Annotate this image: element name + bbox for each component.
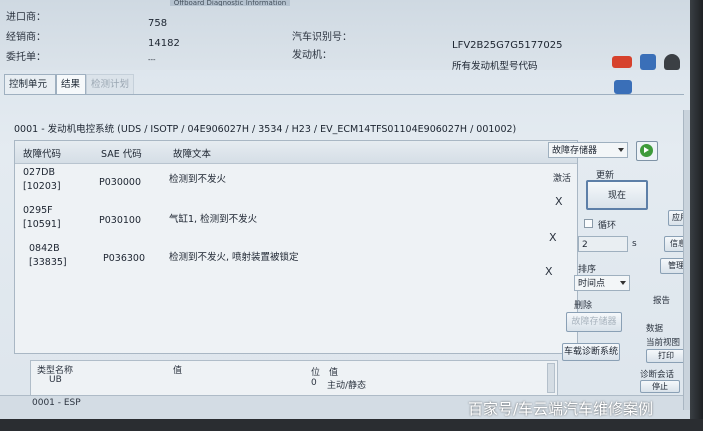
sort-value: 时间点 [578, 279, 606, 289]
diagnostic-screen: Offboard Diagnostic Information System S… [0, 0, 690, 431]
engine-value: 所有发动机型号代码 [452, 61, 538, 72]
importer-value: 758 [148, 18, 168, 29]
fault-code: 027DB [23, 167, 55, 178]
network-icon[interactable] [640, 54, 656, 70]
delete-memory-label: 故障存储器 [571, 317, 617, 327]
vin-value: LFV2B25G7G5177025 [452, 40, 563, 51]
order-label: 委托单： [6, 52, 46, 63]
tab-divider [4, 94, 684, 95]
loop-interval-value: 2 [582, 240, 588, 250]
active-mark: X [555, 195, 563, 208]
header-toolbar [610, 52, 690, 100]
fault-text: 气缸1, 检测到不发火 [169, 214, 258, 225]
tab-test-plan[interactable]: 检测计划 [86, 74, 134, 94]
fault-code: 0295F [23, 205, 53, 216]
sae-code: P030100 [99, 215, 141, 226]
col-fault-text[interactable]: 故障文本 [173, 146, 211, 160]
sae-code: P036300 [103, 253, 145, 264]
memory-type-value: 故障存储器 [552, 146, 598, 156]
memory-type-select[interactable]: 故障存储器 [548, 142, 628, 158]
sort-select[interactable]: 时间点 [574, 275, 630, 291]
window-title: Offboard Diagnostic Information System S… [170, 0, 290, 6]
vehicle-icon[interactable] [612, 56, 632, 68]
chevron-down-icon [620, 281, 626, 285]
side-scrollbar[interactable] [683, 110, 690, 410]
delete-memory-button[interactable]: 故障存储器 [566, 312, 622, 332]
col-fault-code[interactable]: 故障代码 [23, 146, 61, 160]
fault-number: [33835] [29, 257, 67, 268]
diag-log-label: 诊断会话 [640, 370, 675, 380]
fault-text: 检测到不发火 [169, 174, 227, 185]
fault-memory-table: 故障代码 SAE 代码 故障文本 激活 027DB [10203] P03000… [14, 140, 578, 354]
order-value: --- [148, 56, 156, 64]
dealer-label: 经销商： [6, 32, 46, 43]
table-header: 故障代码 SAE 代码 故障文本 [15, 141, 577, 164]
obd-label: 车载诊断系统 [563, 347, 618, 357]
fault-detail-panel: 类型名称 UB 值 位 值 0 主动/静态 [30, 360, 558, 398]
bit-row-text: 主动/静态 [327, 381, 367, 391]
monitor-bezel-bottom [0, 419, 703, 431]
type-value: UB [49, 375, 62, 385]
monitor-icon[interactable] [614, 80, 632, 94]
value-header: 值 [173, 366, 183, 376]
fault-text: 检测到不发火, 喷射装置被锁定 [169, 252, 299, 263]
stop-label: 停止 [652, 382, 668, 391]
execute-button[interactable] [636, 141, 658, 161]
chevron-down-icon [618, 148, 624, 152]
loop-label: 循环 [598, 221, 617, 231]
print-button[interactable]: 打印 [646, 349, 686, 363]
tab-results[interactable]: 结果 [56, 74, 86, 94]
bit-value-header: 值 [329, 368, 339, 378]
fault-number: [10203] [23, 181, 61, 192]
current-view-label: 当前视图 [646, 338, 681, 348]
watermark: 百家号/车云端汽车维修案例 [468, 400, 654, 418]
importer-label: 进口商： [6, 12, 46, 23]
vin-label: 汽车识别号： [292, 32, 352, 43]
manage-label: 管理 [668, 261, 684, 270]
sae-code: P030000 [99, 177, 141, 188]
obd-button[interactable]: 车载诊断系统 [562, 343, 620, 361]
monitor-bezel-right [690, 0, 703, 431]
print-label: 打印 [658, 351, 674, 360]
fault-number: [10591] [23, 219, 61, 230]
update-now-button[interactable]: 现在 [586, 180, 648, 210]
loop-interval-input[interactable]: 2 [578, 236, 628, 252]
report-label: 报告 [653, 296, 671, 306]
stop-button[interactable]: 停止 [640, 380, 680, 393]
active-mark: X [545, 265, 553, 278]
detail-scrollbar[interactable] [547, 363, 555, 393]
loop-unit: s [632, 239, 637, 249]
loop-checkbox[interactable] [584, 219, 593, 228]
bit-row-number: 0 [311, 378, 317, 388]
active-mark: X [549, 231, 557, 244]
data-label: 数据 [646, 324, 664, 334]
col-sae-code[interactable]: SAE 代码 [101, 146, 142, 160]
tab-control-unit[interactable]: 控制单元 [4, 74, 56, 94]
status-text: 0001 - ESP [32, 398, 81, 408]
delete-label: 删除 [574, 301, 593, 311]
ecu-identification: 0001 - 发动机电控系统 (UDS / ISOTP / 04E906027H… [14, 124, 517, 135]
dealer-value: 14182 [148, 38, 180, 49]
bit-header: 位 [311, 368, 321, 378]
play-icon [640, 144, 653, 157]
sort-label: 排序 [578, 265, 597, 275]
engine-label: 发动机： [292, 50, 332, 61]
update-now-label: 现在 [607, 191, 626, 201]
fault-code: 0842B [29, 243, 60, 254]
col-active: 激活 [553, 174, 572, 184]
key-icon[interactable] [664, 54, 680, 70]
